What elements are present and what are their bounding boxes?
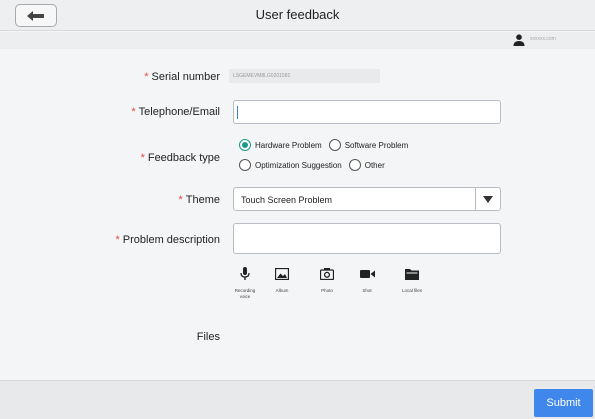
file-label-shot: Shot	[362, 288, 372, 293]
theme-select-value: Touch Screen Problem	[241, 195, 333, 205]
triangle-down-icon	[483, 195, 493, 203]
radio-hardware-problem[interactable]	[239, 139, 251, 151]
serial-number-value: LSGEMEVM8LG0201581	[229, 69, 380, 83]
file-label-local: Local files	[401, 288, 422, 293]
folder-icon	[405, 269, 419, 280]
required-mark: *	[144, 71, 149, 83]
feedback-type-row-1: Hardware Problem Software Problem	[239, 139, 415, 151]
camera-icon	[320, 268, 334, 280]
page-title: User feedback	[255, 7, 340, 22]
microphone-icon	[240, 267, 250, 280]
user-account: xxxxxx.com	[530, 36, 556, 42]
top-bar: User feedback	[0, 0, 595, 31]
radio-label-hardware: Hardware Problem	[255, 140, 322, 150]
image-icon	[275, 268, 289, 280]
contact-label: * Telephone/Email	[131, 106, 220, 118]
photo-button[interactable]	[319, 266, 335, 282]
required-mark: *	[178, 194, 183, 206]
submit-button[interactable]: Submit	[534, 389, 593, 417]
required-mark: *	[115, 234, 120, 246]
problem-description-label: * Problem description	[115, 234, 221, 246]
radio-other[interactable]	[348, 159, 361, 171]
required-mark: *	[131, 106, 136, 118]
theme-select[interactable]: Touch Screen Problem	[233, 187, 501, 211]
file-label-photo: Photo	[321, 288, 333, 293]
radio-optimization-suggestion[interactable]	[239, 159, 251, 171]
bottom-bar: Submit	[0, 380, 595, 419]
shot-button[interactable]	[359, 266, 375, 282]
local-files-button[interactable]	[404, 266, 420, 282]
theme-label: * Theme	[178, 194, 220, 206]
feedback-form: * Serial number LSGEMEVM8LG0201581 * Telep…	[0, 49, 595, 379]
user-bar: xxxxxx.com	[0, 32, 595, 49]
feedback-type-label: * Feedback type	[140, 152, 220, 164]
text-caret	[237, 106, 238, 119]
radio-label-software: Software Problem	[344, 140, 409, 150]
telephone-email-input[interactable]	[233, 100, 501, 124]
problem-description-input[interactable]	[233, 223, 501, 254]
album-button[interactable]	[274, 266, 290, 282]
dropdown-arrow[interactable]	[475, 188, 500, 210]
feedback-type-row-2: Optimization Suggestion Other	[239, 159, 392, 171]
files-label: Files	[196, 331, 220, 343]
person-icon	[513, 34, 525, 46]
required-mark: *	[140, 152, 145, 164]
radio-software-problem[interactable]	[328, 139, 341, 151]
file-label-recording: Recording voice	[234, 288, 256, 299]
file-label-album: Album	[275, 288, 289, 293]
video-camera-icon	[359, 270, 375, 278]
radio-label-other: Other	[364, 160, 385, 170]
radio-label-optimization: Optimization Suggestion	[255, 160, 342, 170]
serial-number-label: * Serial number	[144, 71, 220, 83]
recording-voice-button[interactable]	[237, 266, 253, 282]
